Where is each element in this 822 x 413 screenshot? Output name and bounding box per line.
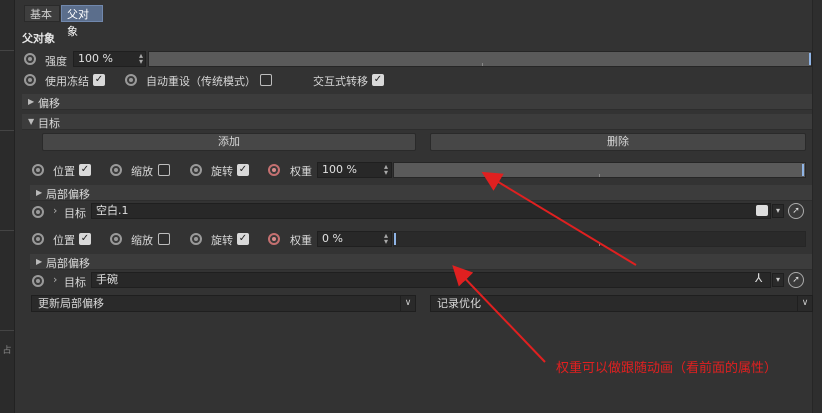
annotation-text: 权重可以做跟随动画（看前面的属性） [556,361,778,376]
annotation-arrow [481,171,637,266]
annotation-arrow [452,265,546,363]
annotation-arrows [452,171,637,363]
